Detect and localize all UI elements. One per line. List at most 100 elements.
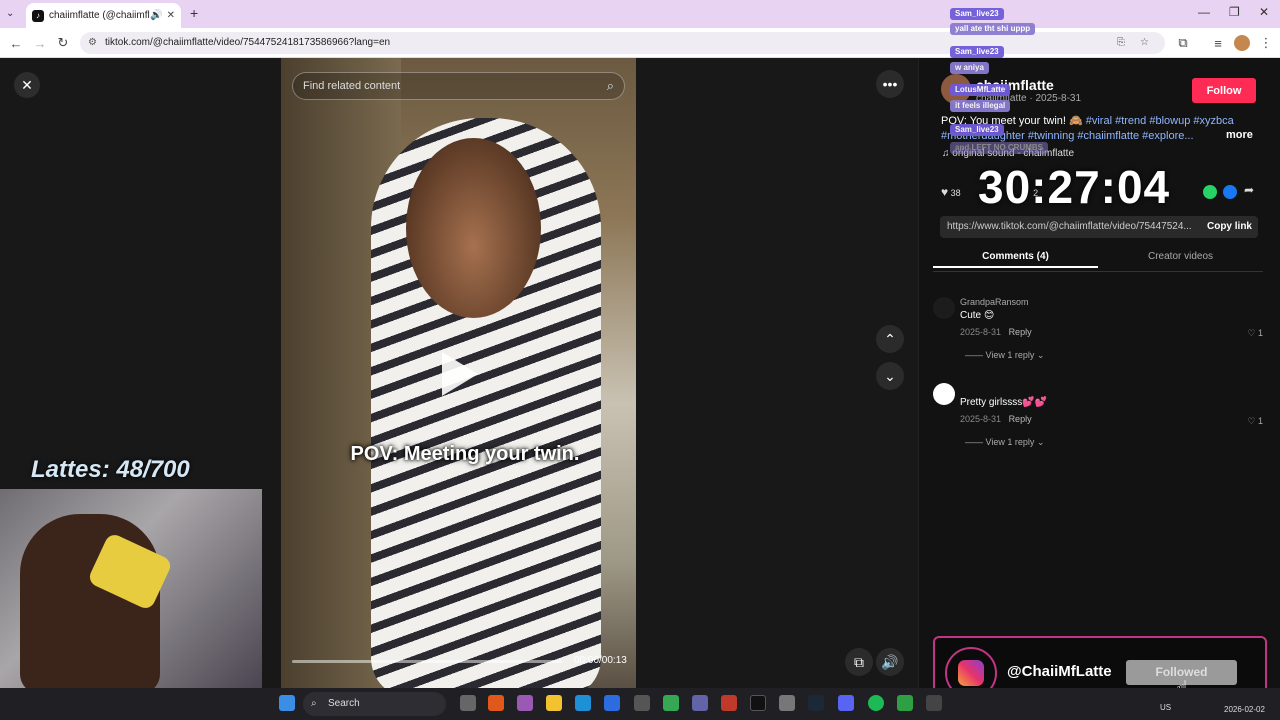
minimize-icon[interactable]: — [1198, 5, 1210, 19]
profile-avatar[interactable] [1234, 35, 1250, 51]
app-icon[interactable] [779, 695, 795, 711]
comment-date: 2025-8-31 [960, 327, 1002, 337]
bookmark-star-icon[interactable]: ☆ [1140, 32, 1149, 54]
share-icon[interactable]: ➦ [1244, 183, 1254, 197]
stream-timer: 30:27:04 [978, 161, 1171, 213]
taskbar-search-icon: ⌕ [311, 698, 317, 709]
video-caption: POV: Meeting your twin. [350, 443, 580, 465]
share-link-text: https://www.tiktok.com/@chaiimflatte/vid… [947, 221, 1192, 232]
install-app-icon[interactable]: ⎘ [1117, 32, 1125, 54]
close-window-icon[interactable]: ✕ [1259, 5, 1269, 19]
reply-button[interactable]: Reply [1009, 327, 1032, 337]
chat-message: yall ate tht shi uppp [950, 23, 1036, 35]
follow-button[interactable]: Follow [1192, 78, 1256, 103]
audio-icon[interactable]: 🔊 [150, 10, 162, 21]
chevron-up-icon[interactable]: ⌃ [876, 325, 904, 353]
video-frame-face [406, 138, 541, 318]
new-tab-button[interactable]: + [190, 5, 198, 21]
app-icon[interactable] [604, 695, 620, 711]
comment-text: Pretty girlssss💕💕 [960, 397, 1048, 408]
instagram-handle: @ChaiiMfLatte [1007, 663, 1112, 680]
chat-message: Sam_live23 [950, 124, 1004, 136]
progress-bar[interactable] [292, 660, 562, 663]
reply-button[interactable]: Reply [1009, 414, 1032, 424]
copy-link-button[interactable]: Copy link [1207, 216, 1252, 238]
tab-comments[interactable]: Comments (4) [933, 248, 1098, 268]
comment-date: 2025-8-31 [960, 414, 1002, 424]
heart-icon[interactable]: ♥ [941, 185, 948, 199]
chat-message: Sam_live23 [950, 46, 1004, 58]
heart-outline-icon[interactable]: ♡ [1247, 328, 1255, 338]
tab-title: chaiimflatte (@chaiimflatte [49, 10, 150, 21]
close-tab-icon[interactable]: ✕ [167, 10, 175, 21]
obs-icon[interactable] [926, 695, 942, 711]
edge-icon[interactable] [575, 695, 591, 711]
play-icon[interactable] [442, 352, 478, 396]
site-info-icon[interactable]: ⚙ [88, 32, 97, 54]
browser-tab[interactable]: ♪ chaiimflatte (@chaiimflatte 🔊 ✕ [26, 3, 181, 28]
app-icon[interactable] [488, 695, 504, 711]
more-link[interactable]: more [1226, 129, 1253, 141]
webcam-overlay [0, 489, 262, 688]
comment-like-count: 1 [1257, 416, 1263, 426]
lattes-goal: Lattes: 48/700 [31, 456, 190, 483]
browser-tab-bar: ⌄ ♪ chaiimflatte (@chaiimflatte 🔊 ✕ + — … [0, 0, 1280, 28]
windows-start-icon[interactable] [279, 695, 295, 711]
tab-creator-videos[interactable]: Creator videos [1098, 248, 1263, 266]
share-link-box[interactable]: https://www.tiktok.com/@chaiimflatte/vid… [940, 216, 1258, 238]
discord-icon[interactable] [838, 695, 854, 711]
steam-icon[interactable] [808, 695, 824, 711]
extensions-icon[interactable]: ⧉ [1175, 35, 1191, 51]
search-placeholder: Find related content [303, 80, 401, 92]
app-icon[interactable] [897, 695, 913, 711]
spotify-icon[interactable] [868, 695, 884, 711]
volume-icon[interactable]: 🔊 [876, 648, 904, 676]
chrome-icon[interactable] [663, 695, 679, 711]
taskbar-date[interactable]: 2026-02-02 [1224, 705, 1265, 714]
more-icon[interactable]: ••• [876, 70, 904, 98]
facebook-icon[interactable] [1223, 185, 1237, 199]
forward-icon[interactable]: → [32, 35, 48, 51]
video-time: 00:00/00:13 [574, 655, 627, 666]
taskbar-search-label: Search [328, 698, 360, 709]
url-text: tiktok.com/@chaiimflatte/video/754475241… [105, 37, 391, 48]
view-replies[interactable]: —— View 1 reply ⌄ [965, 437, 1044, 448]
browser-toolbar: ← → ↻ ⚙ tiktok.com/@chaiimflatte/video/7… [0, 28, 1280, 58]
heart-outline-icon[interactable]: ♡ [1247, 416, 1255, 426]
app-icon[interactable] [721, 695, 737, 711]
keyboard-language[interactable]: US [1160, 703, 1171, 712]
commenter-avatar[interactable] [933, 297, 955, 319]
taskbar-search[interactable]: ⌕ Search [303, 692, 446, 716]
task-view-icon[interactable] [460, 695, 476, 711]
chat-message: and LEFT NO CRUMBS [950, 142, 1048, 154]
tiktok-icon[interactable] [750, 695, 766, 711]
panel-tabs: Comments (4) Creator videos [933, 248, 1263, 272]
view-replies-label: View 1 reply [985, 350, 1035, 360]
chat-message: Sam_live23 [950, 8, 1004, 20]
teams-icon[interactable] [692, 695, 708, 711]
reload-icon[interactable]: ↻ [55, 35, 71, 51]
like-count: 38 [950, 188, 961, 198]
tab-list-icon[interactable]: ⌄ [6, 8, 14, 19]
comment-text: Cute 😊 [960, 310, 995, 321]
chat-message: LotusMfLatte [950, 84, 1011, 96]
commenter-avatar[interactable] [933, 383, 955, 405]
file-explorer-icon[interactable] [546, 695, 562, 711]
comment-like-count: 1 [1257, 328, 1263, 338]
close-icon[interactable]: ✕ [14, 72, 40, 98]
find-related-search[interactable]: Find related content ⌕ [292, 72, 625, 100]
chat-message: it feels illegal [950, 100, 1011, 112]
app-icon[interactable] [517, 695, 533, 711]
view-replies-label: View 1 reply [985, 437, 1035, 447]
back-icon[interactable]: ← [8, 35, 24, 51]
media-control-icon[interactable]: ≡ [1210, 35, 1226, 51]
chevron-down-icon[interactable]: ⌄ [876, 362, 904, 390]
maximize-icon[interactable]: ❐ [1229, 5, 1240, 19]
store-icon[interactable] [634, 695, 650, 711]
view-replies[interactable]: —— View 1 reply ⌄ [965, 350, 1044, 361]
floating-player-icon[interactable]: ⧉ [845, 648, 873, 676]
commenter-name[interactable]: GrandpaRansom [960, 297, 1029, 307]
whatsapp-icon[interactable] [1203, 185, 1217, 199]
search-icon[interactable]: ⌕ [607, 73, 614, 99]
browser-menu-icon[interactable]: ⋮ [1258, 35, 1274, 51]
